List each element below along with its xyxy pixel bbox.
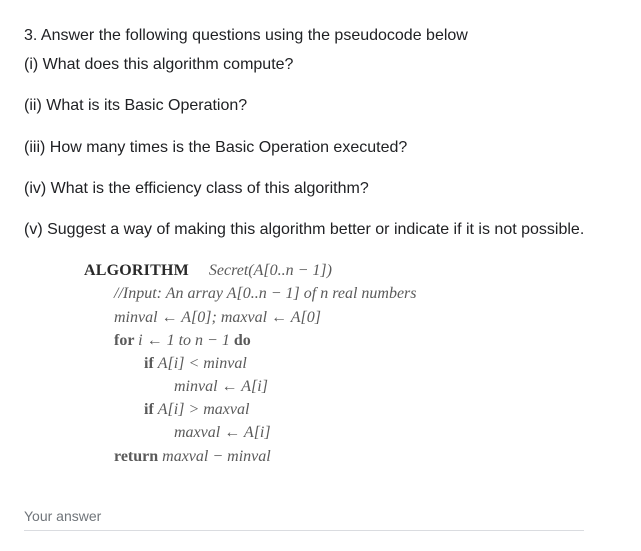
algorithm-name: Secret(A[0..n − 1]) bbox=[209, 262, 332, 279]
algorithm-keyword: ALGORITHM bbox=[84, 262, 189, 279]
question-page: 3. Answer the following questions using … bbox=[0, 0, 641, 551]
question-title: 3. Answer the following questions using … bbox=[24, 24, 617, 47]
algorithm-return: return maxval − minval bbox=[114, 445, 617, 468]
algorithm-if-min: if A[i] < minval bbox=[144, 352, 617, 375]
cond-max: A[i] > maxval bbox=[158, 401, 250, 418]
for-range: i ← 1 to n − 1 bbox=[138, 332, 234, 349]
keyword-for: for bbox=[114, 332, 138, 349]
algorithm-assign-min: minval ← A[i] bbox=[174, 375, 617, 398]
return-expr: maxval − minval bbox=[162, 448, 271, 465]
keyword-if: if bbox=[144, 355, 158, 372]
question-part-iii: (iii) How many times is the Basic Operat… bbox=[24, 136, 617, 159]
algorithm-input-comment: //Input: An array A[0..n − 1] of n real … bbox=[114, 282, 617, 305]
algorithm-header: ALGORITHM Secret(A[0..n − 1]) bbox=[84, 259, 617, 282]
algorithm-assign-max: maxval ← A[i] bbox=[174, 421, 617, 444]
keyword-do: do bbox=[234, 332, 251, 349]
question-part-i: (i) What does this algorithm compute? bbox=[24, 53, 617, 76]
keyword-if: if bbox=[144, 401, 158, 418]
algorithm-if-max: if A[i] > maxval bbox=[144, 398, 617, 421]
question-part-ii: (ii) What is its Basic Operation? bbox=[24, 94, 617, 117]
keyword-return: return bbox=[114, 448, 162, 465]
algorithm-block: ALGORITHM Secret(A[0..n − 1]) //Input: A… bbox=[84, 259, 617, 468]
algorithm-for: for i ← 1 to n − 1 do bbox=[114, 329, 617, 352]
question-part-iv: (iv) What is the efficiency class of thi… bbox=[24, 177, 617, 200]
question-part-v: (v) Suggest a way of making this algorit… bbox=[24, 218, 617, 241]
cond-min: A[i] < minval bbox=[158, 355, 247, 372]
answer-input[interactable]: Your answer bbox=[24, 508, 584, 531]
answer-section: Your answer bbox=[24, 508, 116, 531]
algorithm-init: minval ← A[0]; maxval ← A[0] bbox=[114, 306, 617, 329]
question-block: 3. Answer the following questions using … bbox=[24, 24, 617, 241]
